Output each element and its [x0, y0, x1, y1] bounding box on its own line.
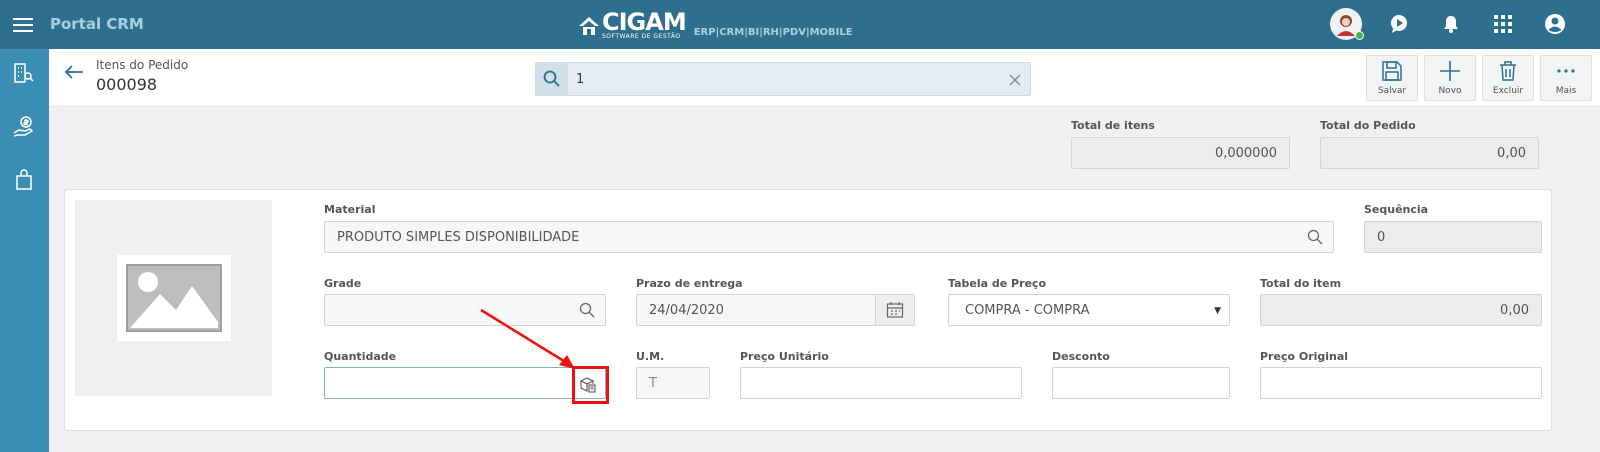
unit-price-field[interactable] [740, 367, 1022, 399]
delivery-label: Prazo de entrega [636, 277, 743, 290]
item-total-field: 0,00 [1260, 294, 1542, 326]
shopping-bag-icon [16, 169, 32, 190]
sequence-label: Sequência [1364, 203, 1429, 216]
search-icon[interactable] [536, 63, 568, 95]
grade-field[interactable] [324, 294, 606, 326]
app-title: Portal CRM [50, 15, 144, 33]
search-box [535, 62, 1031, 96]
save-label: Salvar [1377, 86, 1407, 96]
dropdown-arrow-icon: ▼ [1214, 306, 1221, 316]
more-label: Mais [1555, 86, 1577, 96]
page-subtitle: Itens do Pedido [96, 58, 189, 72]
delete-button[interactable]: Excluir [1482, 55, 1534, 101]
stock-boxes-icon[interactable] [579, 376, 597, 394]
page-header: Itens do Pedido 000098 Salvar Novo Exclu… [49, 49, 1600, 107]
delivery-date-field[interactable]: 24/04/2020 [636, 294, 876, 326]
hamburger-menu-icon[interactable] [8, 10, 38, 40]
calendar-icon [886, 302, 904, 318]
user-avatar[interactable] [1330, 8, 1364, 40]
price-table-select[interactable]: COMPRA - COMPRA ▼ [948, 294, 1230, 326]
calendar-button[interactable] [875, 294, 915, 326]
material-search-icon[interactable] [1307, 229, 1325, 247]
new-button[interactable]: Novo [1424, 55, 1476, 101]
product-image-placeholder [75, 200, 272, 396]
total-items-label: Total de itens [1071, 119, 1155, 132]
avatar-person-icon [1337, 15, 1355, 36]
grade-search-icon[interactable] [579, 302, 597, 320]
search-input[interactable] [576, 70, 996, 88]
sidebar [0, 49, 49, 452]
total-order-label: Total do Pedido [1320, 119, 1416, 132]
trash-icon [1500, 61, 1516, 81]
more-icon [1557, 69, 1575, 73]
save-button[interactable]: Salvar [1366, 55, 1418, 101]
sidebar-item-customers[interactable] [10, 59, 38, 87]
online-status-dot [1355, 31, 1364, 40]
grade-label: Grade [324, 277, 362, 290]
total-order-field: 0,00 [1320, 137, 1539, 169]
hand-money-icon [13, 116, 34, 137]
more-button[interactable]: Mais [1540, 55, 1592, 101]
brand-logo: CIGAM SOFTWARE DE GESTÃO ERP|CRM|BI|RH|P… [578, 10, 853, 40]
um-label: U.M. [636, 350, 665, 363]
um-field: T [636, 367, 710, 399]
material-label: Material [324, 203, 376, 216]
plus-icon [1440, 61, 1460, 81]
total-items-field: 0,000000 [1071, 137, 1290, 169]
apps-grid-icon[interactable] [1488, 9, 1518, 39]
original-price-label: Preço Original [1260, 350, 1349, 363]
building-search-icon [14, 63, 34, 83]
action-toolbar: Salvar Novo Excluir Mais [1366, 55, 1592, 101]
account-circle-icon[interactable] [1540, 9, 1570, 39]
notification-bell-icon[interactable] [1436, 9, 1466, 39]
discount-field[interactable] [1052, 367, 1230, 399]
save-icon [1382, 61, 1402, 81]
original-price-field[interactable] [1260, 367, 1542, 399]
material-field[interactable]: PRODUTO SIMPLES DISPONIBILIDADE [324, 221, 1334, 253]
top-bar: Portal CRM CIGAM SOFTWARE DE GESTÃO ERP|… [0, 0, 1600, 49]
delete-label: Excluir [1492, 86, 1524, 96]
new-label: Novo [1438, 86, 1462, 96]
price-table-value: COMPRA - COMPRA [965, 302, 1090, 318]
brand-subtitle: SOFTWARE DE GESTÃO [602, 33, 681, 40]
sidebar-item-finance[interactable] [10, 113, 38, 141]
quantity-field[interactable] [324, 367, 606, 399]
page-title: 000098 [96, 75, 158, 94]
cigam-logo-icon [579, 17, 599, 35]
brand-product-links: ERP|CRM|BI|RH|PDV|MOBILE [693, 27, 853, 38]
top-icons [1330, 8, 1570, 40]
item-total-label: Total do item [1260, 277, 1342, 290]
chat-icon[interactable] [1384, 9, 1414, 39]
sequence-field: 0 [1364, 221, 1542, 253]
back-arrow-icon[interactable] [63, 63, 87, 83]
quantity-label: Quantidade [324, 350, 397, 363]
material-value: PRODUTO SIMPLES DISPONIBILIDADE [337, 229, 580, 245]
sidebar-item-shopping[interactable] [10, 166, 38, 194]
brand-name: CIGAM [602, 8, 687, 36]
image-placeholder-icon [125, 264, 222, 332]
price-table-label: Tabela de Preço [948, 277, 1047, 290]
unit-price-label: Preço Unitário [740, 350, 829, 363]
discount-label: Desconto [1052, 350, 1110, 363]
clear-search-icon[interactable] [1008, 72, 1022, 86]
